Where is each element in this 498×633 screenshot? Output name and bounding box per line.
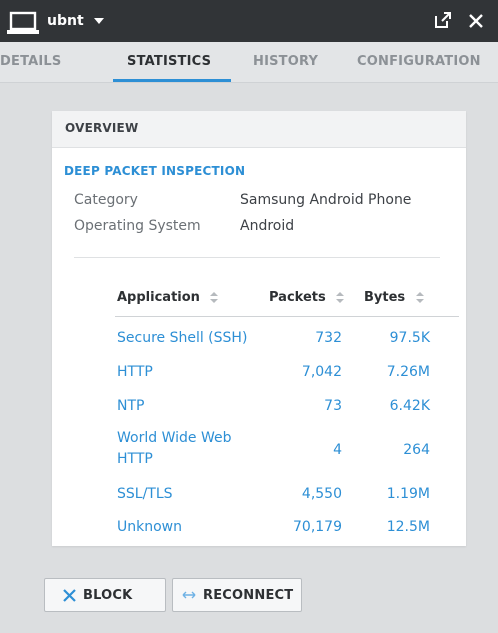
caret-down-icon[interactable] (94, 18, 104, 25)
title-bar: ubnt (0, 0, 498, 42)
device-name[interactable]: ubnt (47, 12, 84, 30)
sort-icon (336, 292, 345, 303)
x-icon (63, 589, 76, 602)
column-header-packets-label: Packets (269, 290, 326, 305)
row-application[interactable]: SSL/TLS (117, 484, 267, 505)
client-details-window: ubnt DETAILS STATISTICS HISTORY CONFIGUR… (0, 0, 498, 633)
reconnect-icon (182, 591, 196, 599)
row-bytes: 12.5M (386, 519, 430, 535)
row-bytes: 97.5K (389, 330, 430, 346)
popout-icon[interactable] (434, 11, 452, 29)
column-header-packets[interactable]: Packets (269, 290, 345, 305)
column-header-application-label: Application (117, 290, 200, 305)
overview-header[interactable]: OVERVIEW (52, 111, 466, 148)
reconnect-button[interactable]: RECONNECT (172, 578, 302, 612)
block-button[interactable]: BLOCK (44, 578, 166, 612)
os-label: Operating System (74, 218, 201, 234)
close-icon[interactable] (467, 12, 485, 30)
tab-configuration[interactable]: CONFIGURATION (357, 42, 481, 82)
column-header-bytes[interactable]: Bytes (364, 290, 424, 305)
os-value: Android (240, 218, 295, 234)
tab-details[interactable]: DETAILS (0, 42, 61, 82)
row-application[interactable]: Secure Shell (SSH) (117, 328, 267, 349)
row-bytes: 264 (403, 442, 430, 458)
sort-icon (415, 292, 424, 303)
reconnect-button-label: RECONNECT (203, 588, 294, 603)
row-application[interactable]: Unknown (117, 517, 267, 538)
row-packets: 4,550 (301, 486, 342, 502)
row-application[interactable]: NTP (117, 396, 267, 417)
row-packets: 4 (333, 442, 342, 458)
row-packets: 70,179 (293, 519, 342, 535)
row-packets: 732 (315, 330, 342, 346)
row-bytes: 1.19M (386, 486, 430, 502)
category-label: Category (74, 192, 138, 208)
tab-history[interactable]: HISTORY (253, 42, 318, 82)
row-application[interactable]: World Wide Web HTTP (117, 428, 257, 470)
row-bytes: 6.42K (389, 398, 430, 414)
dpi-section-title: DEEP PACKET INSPECTION (64, 164, 246, 178)
tab-statistics[interactable]: STATISTICS (127, 42, 211, 82)
overview-title: OVERVIEW (65, 121, 139, 135)
section-divider (74, 257, 440, 258)
column-header-bytes-label: Bytes (364, 290, 406, 305)
row-application[interactable]: HTTP (117, 362, 267, 383)
table-header-divider (115, 316, 459, 317)
row-bytes: 7.26M (386, 364, 430, 380)
tab-bar: DETAILS STATISTICS HISTORY CONFIGURATION (0, 42, 498, 83)
row-packets: 7,042 (301, 364, 342, 380)
block-button-label: BLOCK (83, 588, 133, 603)
laptop-icon (7, 11, 39, 34)
active-tab-indicator (113, 79, 231, 82)
sort-icon (210, 292, 219, 303)
column-header-application[interactable]: Application (117, 290, 219, 305)
category-value: Samsung Android Phone (240, 192, 412, 208)
row-packets: 73 (324, 398, 342, 414)
